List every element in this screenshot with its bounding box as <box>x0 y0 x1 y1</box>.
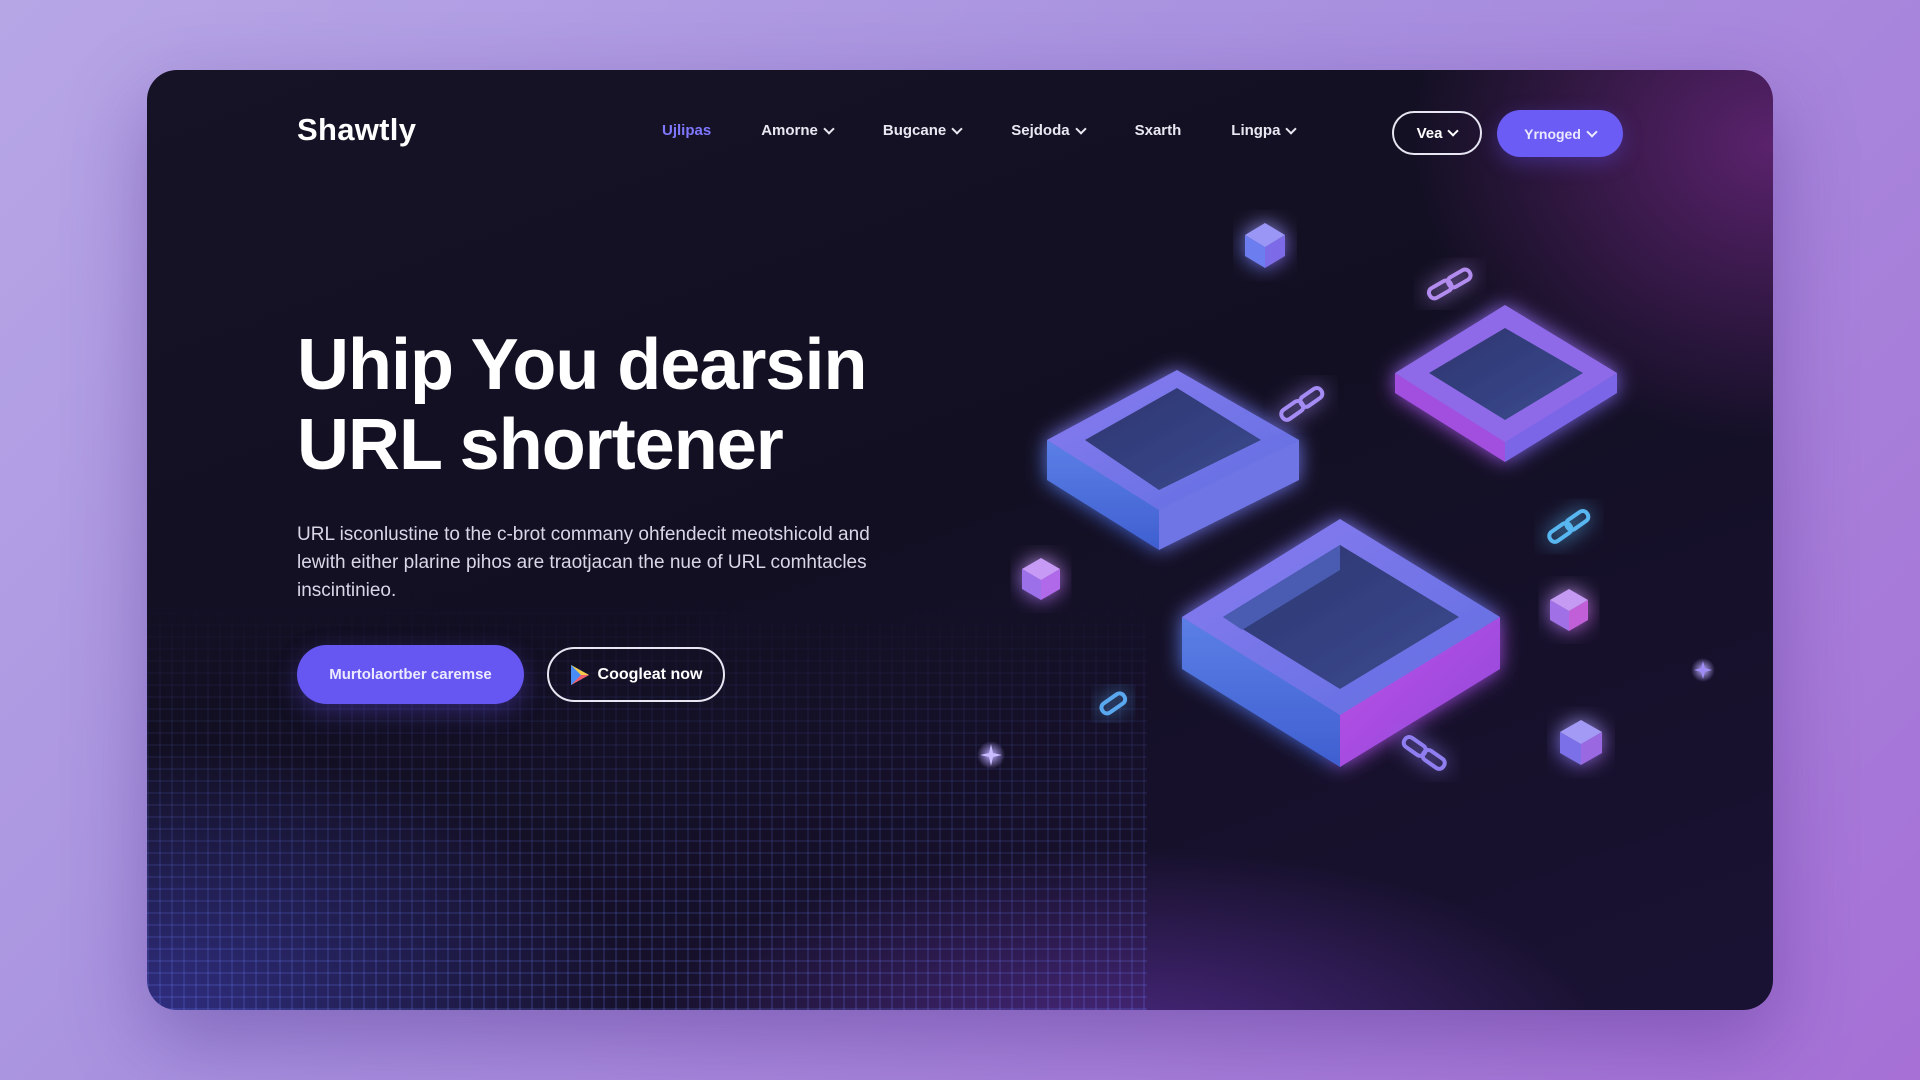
link-icon <box>1279 385 1325 422</box>
link-icon <box>1099 691 1128 716</box>
link-icon <box>1401 734 1447 771</box>
cube-icon <box>1245 223 1285 268</box>
cube-icon <box>1550 589 1588 631</box>
hero-title: Uhip You dearsin URL shortener <box>297 325 957 485</box>
chevron-down-icon <box>1074 122 1087 135</box>
link-icon <box>1547 508 1591 544</box>
header-primary-button[interactable]: Yrnoged <box>1497 110 1623 157</box>
nav-item-ujlipas[interactable]: Ujlipas <box>662 122 711 139</box>
nav-item-label: Lingpa <box>1231 122 1281 139</box>
nav-item-label: Bugcane <box>882 122 947 139</box>
cube-icon <box>1047 370 1299 550</box>
nav-item-lingpa[interactable]: Lingpa <box>1231 122 1298 139</box>
header-outline-button[interactable]: Vea <box>1392 111 1482 155</box>
link-icon <box>1426 267 1473 301</box>
main-nav: Ujlipas Amorne Bugcane Sejdoda Sxarth Li… <box>662 122 1345 139</box>
cta-secondary-label: Coogleat now <box>597 665 703 683</box>
sparkle-icon <box>977 741 1005 769</box>
nav-item-amorne[interactable]: Amorne <box>761 122 835 139</box>
chevron-down-icon <box>823 122 835 135</box>
header-primary-label: Yrnoged <box>1524 125 1581 142</box>
hero-description: URL isconlustine to the c-brot commany o… <box>297 524 870 601</box>
cube-icon <box>1560 720 1602 765</box>
chevron-down-icon <box>1285 122 1298 135</box>
cta-primary-button[interactable]: Murtolaortber caremse <box>297 645 524 704</box>
chevron-down-icon <box>1586 125 1598 138</box>
hero-card: Shawtly Ujlipas Amorne Bugcane Sejdoda S… <box>147 70 1773 1010</box>
nav-item-label: Sxarth <box>1134 122 1182 139</box>
sparkle-icon <box>1691 658 1715 682</box>
nav-item-sxarth[interactable]: Sxarth <box>1135 122 1182 139</box>
nav-item-label: Ujlipas <box>662 122 712 139</box>
cta-secondary-button[interactable]: Coogleat now <box>547 647 725 702</box>
cube-icon <box>1395 305 1617 462</box>
play-store-icon <box>570 664 589 685</box>
hero-title-line-2: URL shortener <box>297 405 784 485</box>
cta-primary-label: Murtolaortber caremse <box>329 666 492 683</box>
hero-title-line-1: Uhip You dearsin <box>297 325 867 405</box>
header-outline-label: Vea <box>1416 124 1443 142</box>
nav-item-label: Amorne <box>761 122 818 139</box>
brand-logo[interactable]: Shawtly <box>297 112 416 148</box>
nav-item-bugcane[interactable]: Bugcane <box>882 122 963 139</box>
chevron-down-icon <box>951 122 963 135</box>
cube-icon <box>1022 558 1060 600</box>
cube-icon <box>1182 519 1500 767</box>
chevron-down-icon <box>1447 125 1460 137</box>
nav-item-sejdoda[interactable]: Sejdoda <box>1011 122 1087 139</box>
nav-item-label: Sejdoda <box>1011 122 1070 139</box>
